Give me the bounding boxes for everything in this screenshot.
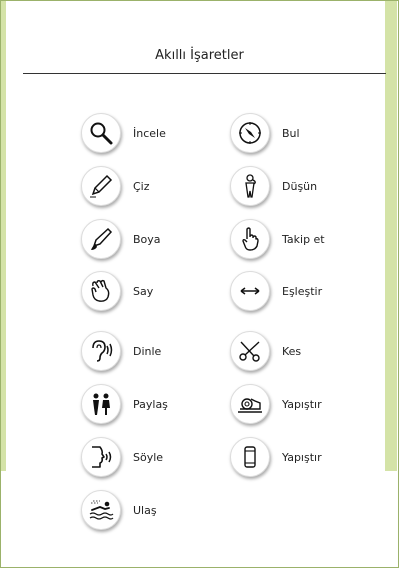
item-bul: Bul <box>230 113 300 153</box>
item-boya: Boya <box>81 219 161 259</box>
item-label: Söyle <box>133 450 164 464</box>
item-label: Eşleştir <box>282 284 323 298</box>
item-ciz: Çiz <box>81 166 150 206</box>
title-divider <box>23 73 386 74</box>
glue-stick-icon <box>230 437 270 477</box>
item-label: Boya <box>133 232 161 246</box>
item-label: Ulaş <box>133 503 157 517</box>
item-kes: Kes <box>230 331 301 371</box>
item-paylas: Paylaş <box>81 384 168 424</box>
item-eslestir: Eşleştir <box>230 271 322 311</box>
magnifier-icon <box>81 113 121 153</box>
pointing-hand-icon <box>230 219 270 259</box>
compass-icon <box>230 113 270 153</box>
swimmer-icon <box>81 490 121 530</box>
item-soyle: Söyle <box>81 437 163 477</box>
counting-hand-icon <box>81 271 121 311</box>
item-ulas: Ulaş <box>81 490 157 530</box>
item-label: İncele <box>133 126 166 140</box>
speaking-face-icon <box>81 437 121 477</box>
item-label: Paylaş <box>133 397 168 411</box>
thinking-person-icon <box>230 166 270 206</box>
sharing-people-icon <box>81 384 121 424</box>
page-title: Akıllı İşaretler <box>155 48 244 63</box>
scissors-icon <box>230 331 270 371</box>
item-label: Dinle <box>133 344 162 358</box>
tape-icon <box>230 384 270 424</box>
item-label: Yapıştır <box>282 397 322 411</box>
item-incele: İncele <box>81 113 166 153</box>
ear-icon <box>81 331 121 371</box>
item-takip-et: Takip et <box>230 219 325 259</box>
double-arrow-icon <box>230 271 270 311</box>
item-dinle: Dinle <box>81 331 161 371</box>
item-label: Bul <box>282 126 300 140</box>
item-dusun: Düşün <box>230 166 317 206</box>
right-side-panel <box>385 1 397 471</box>
item-label: Kes <box>282 344 302 358</box>
left-side-panel <box>1 1 6 471</box>
item-say: Say <box>81 271 153 311</box>
item-label: Düşün <box>282 179 318 193</box>
item-yapistir-2: Yapıştır <box>230 437 322 477</box>
pencil-icon <box>81 166 121 206</box>
item-yapistir-1: Yapıştır <box>230 384 322 424</box>
page-frame: Akıllı İşaretler İncele Çiz Boya Say Din… <box>0 0 399 568</box>
item-label: Takip et <box>282 232 325 246</box>
item-label: Çiz <box>133 179 150 193</box>
brush-icon <box>81 219 121 259</box>
item-label: Say <box>133 284 154 298</box>
item-label: Yapıştır <box>282 450 322 464</box>
